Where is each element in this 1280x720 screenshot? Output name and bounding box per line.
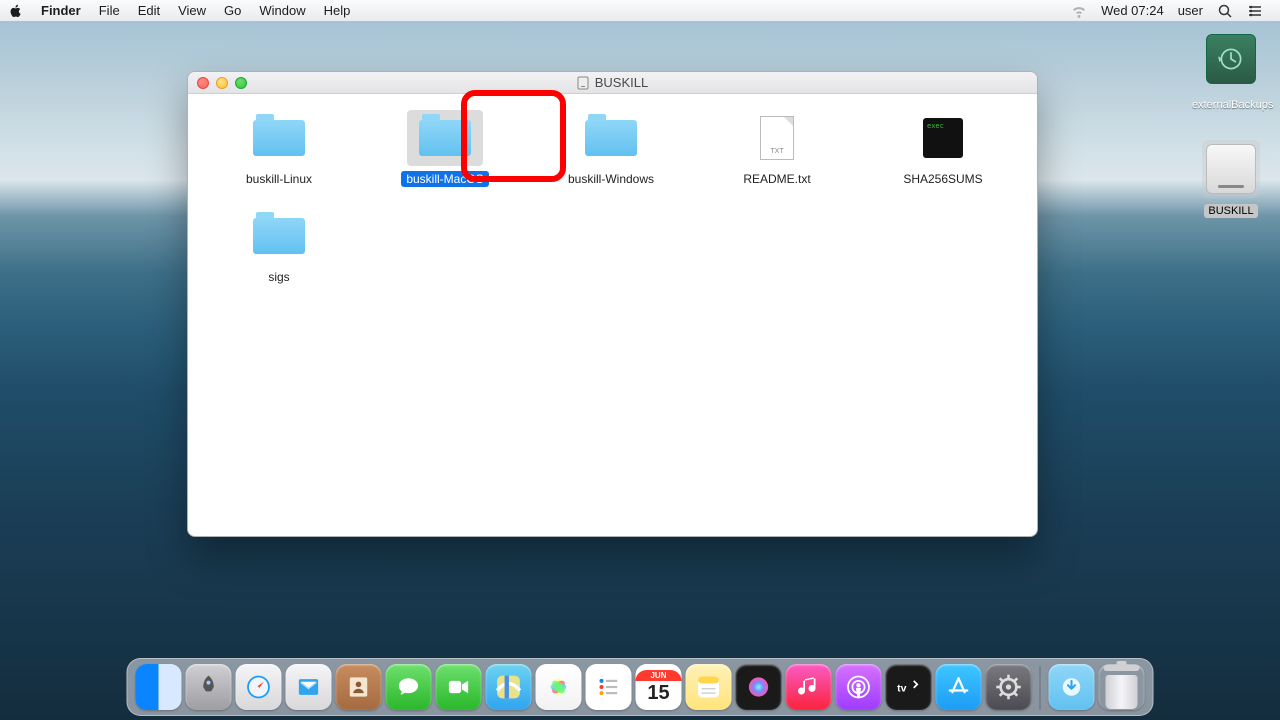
dock-app-notes[interactable] [686, 664, 732, 710]
finder-icon [136, 664, 182, 710]
removable-disk-icon [1206, 144, 1256, 194]
file-label: sigs [263, 269, 294, 285]
trash-icon [1102, 665, 1142, 709]
list-icon [595, 673, 623, 701]
flower-icon [545, 673, 573, 701]
dock-app-appstore[interactable] [936, 664, 982, 710]
text-file-icon: TXT [760, 116, 794, 160]
gear-icon [995, 673, 1023, 701]
tv-icon: tv [895, 673, 923, 701]
addressbook-icon [345, 673, 373, 701]
compass-icon [245, 673, 273, 701]
window-zoom-button[interactable] [235, 77, 247, 89]
menu-help[interactable]: Help [315, 0, 360, 21]
menu-app-name[interactable]: Finder [32, 0, 90, 21]
menu-go[interactable]: Go [215, 0, 250, 21]
file-item-selected[interactable]: buskill-MacOS [362, 104, 528, 200]
file-label: buskill-Windows [563, 171, 659, 187]
dock-app-photos[interactable] [536, 664, 582, 710]
dock-app-maps[interactable] [486, 664, 532, 710]
file-label: SHA256SUMS [898, 171, 987, 187]
dock: JUN 15 tv [127, 658, 1154, 716]
removable-disk-icon [577, 76, 589, 90]
folder-icon [253, 120, 305, 156]
menu-file[interactable]: File [90, 0, 129, 21]
folder-icon [419, 120, 471, 156]
music-note-icon [795, 673, 823, 701]
dock-app-reminders[interactable] [586, 664, 632, 710]
rocket-icon [195, 673, 223, 701]
menu-bar: Finder File Edit View Go Window Help Wed… [0, 0, 1280, 22]
dock-app-contacts[interactable] [336, 664, 382, 710]
file-item[interactable]: buskill-Linux [196, 104, 362, 200]
notes-icon [695, 673, 723, 701]
window-title: BUSKILL [595, 75, 648, 90]
exec-file-icon: exec [923, 118, 963, 158]
siri-icon [745, 673, 773, 701]
file-label: buskill-MacOS [401, 171, 488, 187]
desktop-icon-label: BUSKILL [1204, 204, 1257, 218]
finder-icon-view[interactable]: buskill-Linux buskill-MacOS buskill-Wind… [188, 94, 1037, 310]
desktop-icon-buskill[interactable]: BUSKILL [1188, 140, 1274, 219]
desktop-icon-label: externalBackups [1188, 98, 1277, 112]
file-item[interactable]: sigs [196, 202, 362, 298]
timemachine-disk-icon [1206, 34, 1256, 84]
control-center-icon[interactable] [1240, 0, 1270, 21]
file-item[interactable]: exec SHA256SUMS [860, 104, 1026, 200]
video-camera-icon [445, 673, 473, 701]
dock-app-music[interactable] [786, 664, 832, 710]
desktop-icon-externalbackups[interactable]: externalBackups [1188, 32, 1274, 113]
dock-app-messages[interactable] [386, 664, 432, 710]
dock-app-system-preferences[interactable] [986, 664, 1032, 710]
speech-bubble-icon [395, 673, 423, 701]
menubar-clock[interactable]: Wed 07:24 [1094, 0, 1171, 21]
downloads-icon [1058, 673, 1086, 701]
menu-window[interactable]: Window [250, 0, 314, 21]
dock-app-tv[interactable]: tv [886, 664, 932, 710]
dock-app-mail[interactable] [286, 664, 332, 710]
dock-downloads[interactable] [1049, 664, 1095, 710]
file-label: buskill-Linux [241, 171, 317, 187]
appstore-icon [945, 673, 973, 701]
dock-separator [1040, 666, 1041, 710]
file-item[interactable]: buskill-Windows [528, 104, 694, 200]
window-titlebar[interactable]: BUSKILL [188, 72, 1037, 94]
dock-app-siri[interactable] [736, 664, 782, 710]
menu-edit[interactable]: Edit [129, 0, 169, 21]
dock-app-launchpad[interactable] [186, 664, 232, 710]
window-minimize-button[interactable] [216, 77, 228, 89]
dock-app-finder[interactable] [136, 664, 182, 710]
apple-menu[interactable] [0, 0, 32, 21]
dock-app-podcasts[interactable] [836, 664, 882, 710]
svg-text:tv: tv [897, 682, 906, 694]
file-item[interactable]: TXT README.txt [694, 104, 860, 200]
dock-app-calendar[interactable]: JUN 15 [636, 664, 682, 710]
stamp-icon [295, 673, 323, 701]
dock-trash[interactable] [1099, 664, 1145, 710]
finder-window: BUSKILL buskill-Linux buskill-MacOS busk… [187, 71, 1038, 537]
wifi-icon[interactable] [1064, 0, 1094, 21]
dock-app-safari[interactable] [236, 664, 282, 710]
menubar-user[interactable]: user [1171, 0, 1210, 21]
calendar-icon: JUN 15 [636, 670, 682, 705]
podcast-icon [845, 673, 873, 701]
window-close-button[interactable] [197, 77, 209, 89]
menu-view[interactable]: View [169, 0, 215, 21]
folder-icon [585, 120, 637, 156]
dock-app-facetime[interactable] [436, 664, 482, 710]
folder-icon [253, 218, 305, 254]
spotlight-icon[interactable] [1210, 0, 1240, 21]
file-label: README.txt [738, 171, 815, 187]
map-icon [495, 673, 523, 701]
